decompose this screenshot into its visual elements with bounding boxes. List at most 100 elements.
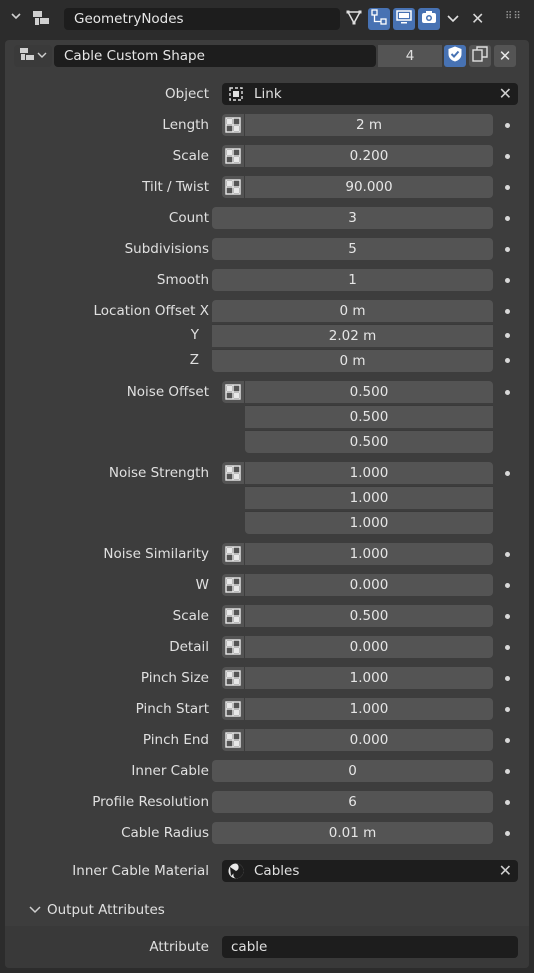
smooth-field[interactable]: 1 xyxy=(212,269,493,291)
node-group-browse-button[interactable] xyxy=(14,45,52,67)
noise-offset-y-field[interactable]: 0.500 xyxy=(245,405,493,428)
noise-strength-y-field[interactable]: 1.000 xyxy=(245,486,493,509)
subdivisions-field[interactable]: 5 xyxy=(212,238,493,260)
length-field[interactable]: 2 m xyxy=(245,114,493,136)
noise-similarity-label: Noise Similarity xyxy=(103,546,209,562)
attribute-name-input[interactable]: cable xyxy=(222,936,518,958)
scale-attribute-toggle-icon[interactable] xyxy=(222,145,244,167)
duplicate-node-group-button[interactable] xyxy=(469,45,491,67)
count-label: Count xyxy=(168,210,209,226)
noise-strength-attribute-toggle-icon[interactable] xyxy=(222,462,244,484)
tilt-keyframe-dot[interactable] xyxy=(505,185,510,190)
noise-strength-keyframe-dot[interactable] xyxy=(505,471,510,476)
extra-options-chevron-icon[interactable] xyxy=(447,13,459,29)
pinch-start-keyframe-dot[interactable] xyxy=(505,707,510,712)
length-attribute-toggle-icon[interactable] xyxy=(222,114,244,136)
noise-scale-label: Scale xyxy=(172,608,209,624)
noise-similarity-field[interactable]: 1.000 xyxy=(245,543,493,565)
render-toggle[interactable] xyxy=(418,8,440,30)
object-value: Link xyxy=(254,86,282,102)
location-offset-y-keyframe-dot[interactable] xyxy=(505,333,510,338)
inner-cable-keyframe-dot[interactable] xyxy=(505,769,510,774)
location-offset-z-keyframe-dot[interactable] xyxy=(505,358,510,363)
pinch-start-field[interactable]: 1.000 xyxy=(245,698,493,720)
noise-scale-keyframe-dot[interactable] xyxy=(505,614,510,619)
geometry-nodes-modifier-icon xyxy=(32,9,50,31)
output-attributes-title: Output Attributes xyxy=(47,902,165,918)
pinch-size-attribute-toggle-icon[interactable] xyxy=(222,667,244,689)
w-attribute-toggle-icon[interactable] xyxy=(222,574,244,596)
clear-material-icon[interactable]: ✕ xyxy=(499,860,512,882)
pinch-end-label: Pinch End xyxy=(142,732,209,748)
pinch-start-attribute-toggle-icon[interactable] xyxy=(222,698,244,720)
w-keyframe-dot[interactable] xyxy=(505,583,510,588)
pinch-end-field[interactable]: 0.000 xyxy=(245,729,493,751)
collapse-chevron-icon[interactable] xyxy=(10,10,22,26)
modifier-name-field[interactable]: GeometryNodes xyxy=(64,8,340,30)
inner-cable-field[interactable]: 0 xyxy=(212,760,493,782)
clear-object-icon[interactable]: ✕ xyxy=(499,83,512,105)
object-icon xyxy=(228,86,244,106)
noise-offset-keyframe-dot[interactable] xyxy=(505,390,510,395)
scale-keyframe-dot[interactable] xyxy=(505,154,510,159)
noise-scale-field[interactable]: 0.500 xyxy=(245,605,493,627)
noise-offset-label: Noise Offset xyxy=(126,384,209,400)
pinch-size-field[interactable]: 1.000 xyxy=(245,667,493,689)
tilt-twist-field[interactable]: 90.000 xyxy=(245,176,493,198)
noise-offset-z-field[interactable]: 0.500 xyxy=(245,430,493,453)
browse-chevron-icon xyxy=(37,48,47,64)
detail-field[interactable]: 0.000 xyxy=(245,636,493,658)
noise-similarity-attribute-toggle-icon[interactable] xyxy=(222,543,244,565)
node-group-users-count[interactable]: 4 xyxy=(378,45,442,67)
profile-resolution-field[interactable]: 6 xyxy=(212,791,493,813)
w-field[interactable]: 0.000 xyxy=(245,574,493,596)
modifier-header: GeometryNodes ✕ ⠿⠿ xyxy=(0,0,534,38)
drag-handle-icon[interactable]: ⠿⠿ xyxy=(505,11,522,22)
duplicate-icon xyxy=(471,45,489,67)
pinch-end-keyframe-dot[interactable] xyxy=(505,738,510,743)
inner-cable-material-field[interactable]: Cables ✕ xyxy=(222,860,518,882)
noise-offset-attribute-toggle-icon[interactable] xyxy=(222,381,244,403)
cable-radius-field[interactable]: 0.01 m xyxy=(212,822,493,844)
tilt-attribute-toggle-icon[interactable] xyxy=(222,176,244,198)
viewport-display-toggle[interactable] xyxy=(393,8,415,30)
output-attributes-section-header[interactable]: Output Attributes xyxy=(5,898,529,922)
noise-offset-x-field[interactable]: 0.500 xyxy=(245,381,493,403)
count-field[interactable]: 3 xyxy=(212,207,493,229)
edit-mode-vertex-icon xyxy=(345,8,363,30)
subdivisions-label: Subdivisions xyxy=(124,241,209,257)
scale-field[interactable]: 0.200 xyxy=(245,145,493,167)
detail-keyframe-dot[interactable] xyxy=(505,645,510,650)
on-cage-toggle[interactable] xyxy=(368,8,390,30)
node-group-name-field[interactable]: Cable Custom Shape xyxy=(54,45,376,67)
noise-strength-label: Noise Strength xyxy=(108,465,209,481)
location-offset-x-field[interactable]: 0 m xyxy=(212,300,493,322)
shield-icon xyxy=(446,45,464,67)
location-offset-x-keyframe-dot[interactable] xyxy=(505,309,510,314)
profile-resolution-keyframe-dot[interactable] xyxy=(505,800,510,805)
subdivisions-keyframe-dot[interactable] xyxy=(505,247,510,252)
object-field[interactable]: Link ✕ xyxy=(222,83,518,105)
object-label: Object xyxy=(165,86,209,102)
location-offset-y-field[interactable]: 2.02 m xyxy=(212,324,493,347)
location-offset-z-label: Z xyxy=(189,352,199,368)
node-tree-icon xyxy=(19,46,35,66)
location-offset-x-label: Location Offset X xyxy=(93,303,210,319)
fake-user-toggle[interactable] xyxy=(444,45,466,67)
remove-modifier-icon[interactable]: ✕ xyxy=(471,8,484,30)
pinch-size-keyframe-dot[interactable] xyxy=(505,676,510,681)
cable-radius-keyframe-dot[interactable] xyxy=(505,831,510,836)
edit-mode-toggle[interactable] xyxy=(343,8,365,30)
noise-similarity-keyframe-dot[interactable] xyxy=(505,552,510,557)
unlink-node-group-button[interactable]: ✕ xyxy=(494,45,516,67)
noise-scale-attribute-toggle-icon[interactable] xyxy=(222,605,244,627)
length-keyframe-dot[interactable] xyxy=(505,123,510,128)
location-offset-z-field[interactable]: 0 m xyxy=(212,349,493,372)
count-keyframe-dot[interactable] xyxy=(505,216,510,221)
detail-attribute-toggle-icon[interactable] xyxy=(222,636,244,658)
smooth-keyframe-dot[interactable] xyxy=(505,278,510,283)
inner-cable-material-label: Inner Cable Material xyxy=(72,863,209,879)
noise-strength-x-field[interactable]: 1.000 xyxy=(245,462,493,484)
pinch-end-attribute-toggle-icon[interactable] xyxy=(222,729,244,751)
noise-strength-z-field[interactable]: 1.000 xyxy=(245,511,493,534)
